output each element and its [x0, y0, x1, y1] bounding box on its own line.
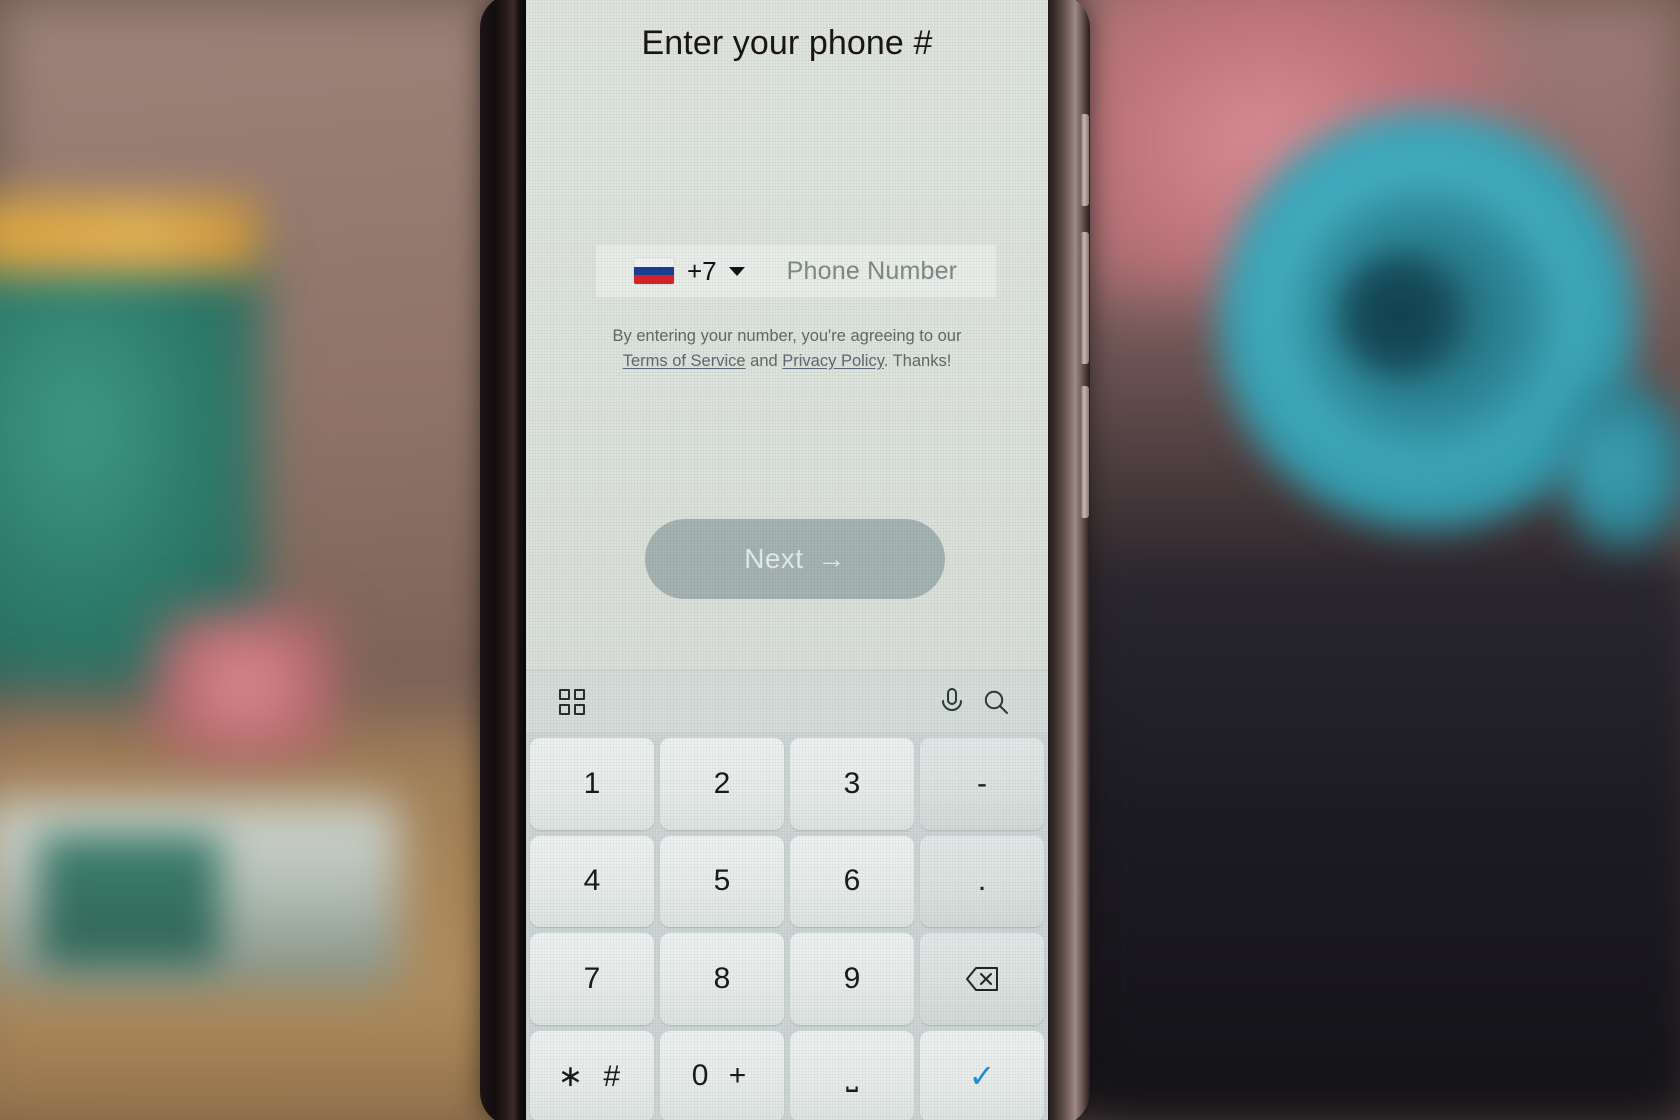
signup-screen: Enter your phone # +7 Phone Number By en…: [526, 0, 1048, 670]
keyboard-toolbar: [526, 670, 1048, 732]
next-button-label: Next: [744, 543, 804, 574]
key-period-label: .: [977, 864, 987, 898]
key-3[interactable]: 3: [790, 738, 914, 830]
key-star-hash-label: ∗ #: [557, 1059, 627, 1093]
key-backspace[interactable]: [920, 933, 1044, 1025]
key-dash-label: -: [977, 766, 987, 800]
key-0[interactable]: 0 +: [660, 1030, 784, 1120]
microphone-icon[interactable]: [930, 680, 974, 724]
key-5[interactable]: 5: [660, 835, 784, 927]
terms-line-1: By entering your number, you're agreeing…: [612, 327, 962, 345]
phone-volume-up-button[interactable]: [1080, 232, 1089, 364]
phone-volume-down-button[interactable]: [1080, 386, 1089, 518]
key-0-label: 0 +: [691, 1059, 753, 1093]
background-mug-core: [1340, 255, 1460, 375]
key-space[interactable]: ⎵: [790, 1030, 914, 1120]
background-desk-right: [1080, 940, 1680, 1120]
key-dash[interactable]: -: [920, 738, 1044, 830]
key-enter-label: ✓: [968, 1058, 996, 1095]
grid-icon[interactable]: [550, 680, 594, 724]
key-8-label: 8: [713, 961, 731, 995]
backspace-icon: [966, 966, 998, 991]
arrow-right-icon: →: [817, 543, 846, 574]
key-2-label: 2: [713, 766, 731, 800]
phone-number-input[interactable]: Phone Number: [787, 257, 958, 286]
phone-device: Enter your phone # +7 Phone Number By en…: [480, 0, 1090, 1120]
numeric-keyboard: 1 2 3 - 4 5 6. 7 8 9 ∗ # 0 + ⎵ ✓: [526, 670, 1048, 1120]
key-6[interactable]: 6: [790, 835, 914, 927]
key-3-label: 3: [843, 766, 861, 800]
terms-suffix: . Thanks!: [883, 352, 952, 370]
key-9[interactable]: 9: [790, 933, 914, 1025]
key-9-label: 9: [843, 961, 861, 995]
country-code-label[interactable]: +7: [687, 256, 717, 287]
background-mug-handle: [1560, 380, 1680, 550]
search-icon[interactable]: [974, 680, 1018, 724]
terms-conjunction: and: [745, 352, 783, 370]
key-5-label: 5: [713, 864, 731, 898]
key-2[interactable]: 2: [660, 738, 784, 830]
terms-disclaimer: By entering your number, you're agreeing…: [526, 324, 1048, 374]
scene: Enter your phone # +7 Phone Number By en…: [0, 0, 1680, 1120]
key-space-label: ⎵: [846, 1059, 858, 1093]
chevron-down-icon[interactable]: [728, 266, 745, 276]
key-7[interactable]: 7: [530, 933, 654, 1025]
key-enter[interactable]: ✓: [920, 1030, 1044, 1120]
key-6-label: 6: [843, 864, 861, 898]
key-4[interactable]: 4: [530, 835, 654, 927]
page-title: Enter your phone #: [641, 24, 933, 62]
terms-of-service-link[interactable]: Terms of Service: [623, 352, 746, 370]
next-button[interactable]: Next →: [645, 519, 945, 599]
key-8[interactable]: 8: [660, 933, 784, 1025]
key-7-label: 7: [583, 961, 601, 995]
key-period[interactable]: .: [920, 835, 1044, 927]
phone-power-button[interactable]: [1080, 114, 1089, 206]
background-pink-object: [150, 610, 340, 760]
phone-screen: Enter your phone # +7 Phone Number By en…: [526, 0, 1048, 1120]
key-1[interactable]: 1: [530, 738, 654, 830]
phone-number-field[interactable]: +7 Phone Number: [596, 245, 996, 297]
background-green-tray: [40, 835, 220, 965]
russia-flag-icon: [634, 258, 674, 284]
background-yellow-object: [0, 198, 260, 272]
key-star-hash[interactable]: ∗ #: [530, 1030, 654, 1120]
keypad: 1 2 3 - 4 5 6. 7 8 9 ∗ # 0 + ⎵ ✓: [526, 732, 1048, 1120]
privacy-policy-link[interactable]: Privacy Policy: [782, 352, 883, 370]
key-4-label: 4: [583, 864, 601, 898]
key-1-label: 1: [583, 766, 601, 800]
